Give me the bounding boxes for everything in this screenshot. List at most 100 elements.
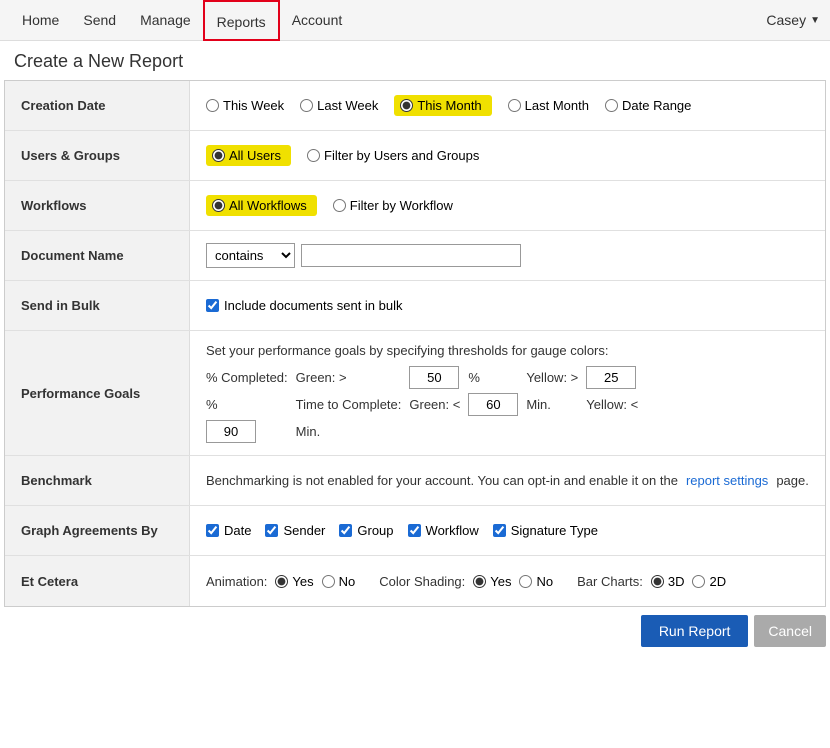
- animation-no[interactable]: No: [322, 574, 356, 589]
- time-label: Time to Complete:: [296, 397, 402, 412]
- document-name-controls: contains starts with equals: [206, 243, 521, 268]
- radio-all-workflows-input[interactable]: [212, 199, 225, 212]
- nav-account[interactable]: Account: [280, 0, 355, 41]
- et-cetera-label: Et Cetera: [5, 556, 190, 606]
- graph-options: Date Sender Group Workflow Signature Typ…: [206, 523, 598, 538]
- graph-group[interactable]: Group: [339, 523, 393, 538]
- radio-this-week-input[interactable]: [206, 99, 219, 112]
- radio-date-range-input[interactable]: [605, 99, 618, 112]
- graph-group-input[interactable]: [339, 524, 352, 537]
- color-shading-yes-input[interactable]: [473, 575, 486, 588]
- bulk-checkbox-label: Include documents sent in bulk: [224, 298, 403, 313]
- graph-sender[interactable]: Sender: [265, 523, 325, 538]
- benchmark-row: Benchmark Benchmarking is not enabled fo…: [5, 456, 825, 506]
- radio-last-week-input[interactable]: [300, 99, 313, 112]
- graph-sender-input[interactable]: [265, 524, 278, 537]
- radio-all-workflows[interactable]: All Workflows: [206, 195, 317, 216]
- graph-date-label: Date: [224, 523, 251, 538]
- bar-charts-2d[interactable]: 2D: [692, 574, 726, 589]
- bulk-checkbox[interactable]: Include documents sent in bulk: [206, 298, 403, 313]
- green-time-input[interactable]: [468, 393, 518, 416]
- footer-buttons: Run Report Cancel: [0, 607, 830, 655]
- color-shading-no[interactable]: No: [519, 574, 553, 589]
- radio-this-month[interactable]: This Month: [394, 95, 491, 116]
- radio-this-week-label: This Week: [223, 98, 284, 113]
- radio-filter-users[interactable]: Filter by Users and Groups: [307, 148, 479, 163]
- bar-charts-3d-label: 3D: [668, 574, 685, 589]
- radio-filter-users-input[interactable]: [307, 149, 320, 162]
- graph-group-label: Group: [357, 523, 393, 538]
- performance-goals-row: Performance Goals Set your performance g…: [5, 331, 825, 456]
- green-completed-label: Green: >: [296, 370, 402, 385]
- color-shading-radios: Yes No: [473, 574, 553, 589]
- bar-charts-2d-input[interactable]: [692, 575, 705, 588]
- run-report-button[interactable]: Run Report: [641, 615, 749, 647]
- color-shading-yes[interactable]: Yes: [473, 574, 511, 589]
- radio-last-week-label: Last Week: [317, 98, 378, 113]
- radio-all-users[interactable]: All Users: [206, 145, 291, 166]
- radio-this-month-input[interactable]: [400, 99, 413, 112]
- graph-date-input[interactable]: [206, 524, 219, 537]
- graph-signature-type[interactable]: Signature Type: [493, 523, 598, 538]
- radio-this-week[interactable]: This Week: [206, 98, 284, 113]
- radio-date-range-label: Date Range: [622, 98, 691, 113]
- workflows-row: Workflows All Workflows Filter by Workfl…: [5, 181, 825, 231]
- workflows-label: Workflows: [5, 181, 190, 230]
- report-settings-link[interactable]: report settings: [686, 473, 768, 488]
- graph-date[interactable]: Date: [206, 523, 251, 538]
- benchmark-content: Benchmarking is not enabled for your acc…: [190, 456, 825, 505]
- radio-last-week[interactable]: Last Week: [300, 98, 378, 113]
- users-groups-label: Users & Groups: [5, 131, 190, 180]
- creation-date-options: This Week Last Week This Month Last Mont…: [206, 95, 691, 116]
- users-groups-row: Users & Groups All Users Filter by Users…: [5, 131, 825, 181]
- graph-workflow[interactable]: Workflow: [408, 523, 479, 538]
- yellow-time-input[interactable]: [206, 420, 256, 443]
- bar-charts-3d[interactable]: 3D: [651, 574, 685, 589]
- animation-yes-input[interactable]: [275, 575, 288, 588]
- bar-charts-3d-input[interactable]: [651, 575, 664, 588]
- radio-last-month-input[interactable]: [508, 99, 521, 112]
- green-completed-input[interactable]: [409, 366, 459, 389]
- workflows-options: All Workflows Filter by Workflow: [206, 195, 453, 216]
- graph-agreements-row: Graph Agreements By Date Sender Group Wo…: [5, 506, 825, 556]
- bulk-checkbox-input[interactable]: [206, 299, 219, 312]
- send-in-bulk-content: Include documents sent in bulk: [190, 281, 825, 330]
- radio-all-workflows-label: All Workflows: [229, 198, 307, 213]
- yellow-completed-input[interactable]: [586, 366, 636, 389]
- user-name: Casey: [766, 12, 806, 28]
- page-title: Create a New Report: [0, 41, 830, 80]
- animation-yes[interactable]: Yes: [275, 574, 313, 589]
- color-shading-no-input[interactable]: [519, 575, 532, 588]
- document-name-input[interactable]: [301, 244, 521, 267]
- color-shading-label: Color Shading:: [379, 574, 465, 589]
- nav-home[interactable]: Home: [10, 0, 71, 41]
- color-shading-group: Color Shading: Yes No: [379, 574, 553, 589]
- graph-agreements-content: Date Sender Group Workflow Signature Typ…: [190, 506, 825, 555]
- document-name-label: Document Name: [5, 231, 190, 280]
- radio-filter-users-label: Filter by Users and Groups: [324, 148, 479, 163]
- radio-last-month[interactable]: Last Month: [508, 98, 589, 113]
- animation-no-input[interactable]: [322, 575, 335, 588]
- radio-filter-workflow-label: Filter by Workflow: [350, 198, 453, 213]
- graph-workflow-input[interactable]: [408, 524, 421, 537]
- performance-goals-label: Performance Goals: [5, 331, 190, 455]
- nav-reports[interactable]: Reports: [203, 0, 280, 41]
- graph-signature-type-input[interactable]: [493, 524, 506, 537]
- document-name-dropdown[interactable]: contains starts with equals: [206, 243, 295, 268]
- nav-send[interactable]: Send: [71, 0, 128, 41]
- animation-yes-label: Yes: [292, 574, 313, 589]
- send-in-bulk-label: Send in Bulk: [5, 281, 190, 330]
- radio-all-users-input[interactable]: [212, 149, 225, 162]
- user-menu[interactable]: Casey ▼: [766, 12, 820, 28]
- nav-manage[interactable]: Manage: [128, 0, 203, 41]
- animation-label: Animation:: [206, 574, 267, 589]
- radio-filter-workflow-input[interactable]: [333, 199, 346, 212]
- bar-charts-label: Bar Charts:: [577, 574, 643, 589]
- cancel-button[interactable]: Cancel: [754, 615, 826, 647]
- green-time-label: Green: <: [409, 397, 460, 412]
- radio-date-range[interactable]: Date Range: [605, 98, 691, 113]
- radio-filter-workflow[interactable]: Filter by Workflow: [333, 198, 453, 213]
- graph-signature-type-label: Signature Type: [511, 523, 598, 538]
- bar-charts-2d-label: 2D: [709, 574, 726, 589]
- et-cetera-row: Et Cetera Animation: Yes No: [5, 556, 825, 606]
